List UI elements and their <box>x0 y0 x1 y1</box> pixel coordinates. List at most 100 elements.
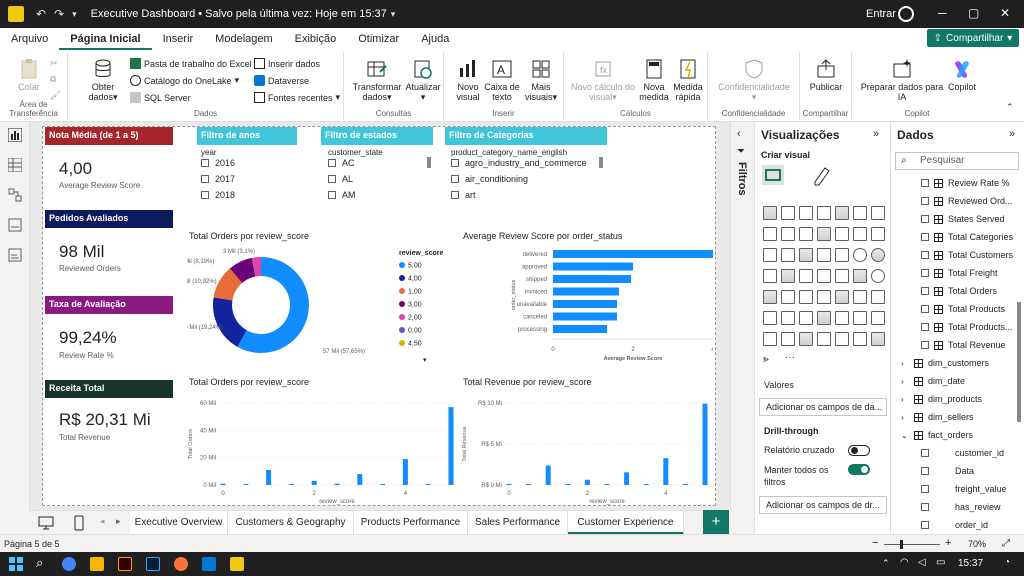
checkbox[interactable] <box>328 191 336 199</box>
checkbox[interactable] <box>201 175 209 183</box>
desktop-layout-icon[interactable] <box>38 516 54 530</box>
qat-dropdown-icon[interactable]: ▾ <box>72 9 77 20</box>
tab-otimizar[interactable]: Otimizar <box>347 28 410 50</box>
visual-type-icon[interactable] <box>871 311 885 325</box>
visual-type-icon[interactable] <box>853 227 867 241</box>
signin-button[interactable]: Entrar <box>866 8 896 20</box>
visual-type-icon[interactable] <box>763 206 777 220</box>
measure-field[interactable]: Total Customers <box>921 250 1013 260</box>
visual-type-icon[interactable] <box>763 332 777 346</box>
slicer-item[interactable]: AL <box>328 174 353 184</box>
slicer-item[interactable]: air_conditioning <box>451 174 528 184</box>
page-prev-icon[interactable]: ◂ <box>100 516 105 527</box>
report-view-icon[interactable] <box>8 128 22 142</box>
volume-icon[interactable]: ◁ <box>918 557 926 568</box>
more-visuals-row-icon[interactable]: ⪢ <box>763 354 769 365</box>
visual-type-icon[interactable] <box>763 248 777 262</box>
page-next-icon[interactable]: ▸ <box>116 516 121 527</box>
visual-type-icon[interactable] <box>835 248 849 262</box>
visual-type-icon[interactable] <box>871 206 885 220</box>
visual-type-icon[interactable] <box>763 290 777 304</box>
checkbox[interactable] <box>451 159 459 167</box>
filters-pane-collapsed[interactable]: ‹ ⏷ Filtros <box>730 122 754 510</box>
visual-type-icon[interactable] <box>853 332 867 346</box>
visual-type-icon[interactable] <box>763 311 777 325</box>
expand-viz-icon[interactable]: » <box>873 128 879 140</box>
visual-type-icon[interactable] <box>835 206 849 220</box>
expand-data-icon[interactable]: » <box>1009 128 1015 140</box>
column-field[interactable]: customer_id <box>921 448 1004 458</box>
clock-time[interactable]: 15:37 <box>958 558 983 569</box>
undo-icon[interactable]: ↶ <box>36 7 46 21</box>
slicer-item[interactable]: agro_industry_and_commerce <box>451 158 587 168</box>
visual-type-icon[interactable] <box>817 269 831 283</box>
slicer-scrollbar[interactable] <box>427 157 431 168</box>
collapse-left-icon[interactable]: ‹ <box>737 128 741 140</box>
column-chart-revenue[interactable]: R$ 0 Mi R$ 5 Mi R$ 10 Mi 0 2 4 review_score Tot… <box>461 389 713 505</box>
visual-type-icon[interactable] <box>817 248 831 262</box>
close-icon[interactable]: ✕ <box>1000 6 1010 20</box>
visual-type-icon[interactable] <box>781 269 795 283</box>
visual-type-icon[interactable] <box>853 206 867 220</box>
checkbox[interactable] <box>451 175 459 183</box>
visual-type-icon[interactable] <box>853 290 867 304</box>
zoom-slider[interactable] <box>884 544 940 545</box>
measure-field[interactable]: Total Freight <box>921 268 998 278</box>
hbar-chart[interactable]: delivered approved shipped invoiced unavaila… <box>461 243 713 369</box>
zoom-out-icon[interactable]: − <box>872 537 878 549</box>
cross-report-toggle[interactable] <box>848 445 870 456</box>
new-visual-calc-button[interactable]: fx Novo cálculo do visual▾ <box>568 58 638 102</box>
visual-type-icon[interactable] <box>871 290 885 304</box>
measure-field[interactable]: Total Revenue <box>921 340 1006 350</box>
visual-type-icon[interactable] <box>781 248 795 262</box>
table-node-expanded[interactable]: ⌄ fact_orders <box>901 430 973 440</box>
visual-type-icon[interactable] <box>799 248 813 262</box>
measure-field[interactable]: Total Categories <box>921 232 1013 242</box>
visual-type-icon[interactable] <box>799 332 813 346</box>
table-node[interactable]: › dim_customers <box>901 358 989 368</box>
checkbox[interactable] <box>201 191 209 199</box>
donut-chart[interactable]: 57 Mil (57,65%) 19 Mil (19,24%) 11 Mil (10… <box>187 243 455 367</box>
notifications-icon[interactable]: ◔ <box>1004 557 1010 568</box>
visual-type-icon[interactable] <box>871 248 885 262</box>
prepare-data-ai-button[interactable]: Preparar dados para IA <box>858 58 946 102</box>
visual-type-icon[interactable] <box>871 227 885 241</box>
search-icon[interactable]: ⌕ <box>36 555 43 571</box>
column-chart-orders[interactable]: 0 Mil 20 Mil 40 Mil 60 Mil 0 2 4 review_score To… <box>187 389 459 505</box>
cut-icon[interactable]: ✂ <box>50 58 58 69</box>
model-view-icon[interactable] <box>8 188 22 202</box>
visual-type-icon[interactable] <box>835 227 849 241</box>
table-view-icon[interactable] <box>8 158 22 172</box>
more-options-icon[interactable]: ··· <box>785 352 795 363</box>
slicer-item[interactable]: 2016 <box>201 158 235 168</box>
tab-arquivo[interactable]: Arquivo <box>0 28 59 50</box>
checkbox[interactable] <box>328 175 336 183</box>
checkbox[interactable] <box>201 159 209 167</box>
measure-field[interactable]: Reviewed Ord... <box>921 196 1013 206</box>
visual-type-icon[interactable] <box>781 227 795 241</box>
quick-measure-button[interactable]: Medida rápida <box>670 58 706 102</box>
visual-type-icon[interactable] <box>799 206 813 220</box>
data-scrollbar[interactable] <box>1017 302 1021 422</box>
visual-type-icon[interactable] <box>799 269 813 283</box>
visual-type-icon[interactable] <box>799 311 813 325</box>
visual-type-icon[interactable] <box>817 206 831 220</box>
measure-field[interactable]: States Served <box>921 214 1005 224</box>
illustrator-icon[interactable] <box>118 557 132 571</box>
get-data-button[interactable]: Obter dados▾ <box>86 58 120 102</box>
build-visual-tab-icon[interactable] <box>761 164 785 186</box>
windows-start-icon[interactable] <box>8 556 24 572</box>
measure-field[interactable]: Total Products <box>921 304 1005 314</box>
visual-type-icon[interactable] <box>817 290 831 304</box>
battery-icon[interactable]: ▭ <box>936 557 945 568</box>
page-tab[interactable]: Sales Performance <box>468 511 568 535</box>
visual-type-icon[interactable] <box>763 269 777 283</box>
slicer-item[interactable]: art <box>451 190 476 200</box>
user-avatar-icon[interactable] <box>898 6 914 22</box>
visual-type-icon[interactable] <box>871 269 885 283</box>
tab-pagina-inicial[interactable]: Página Inicial <box>59 28 152 50</box>
visual-type-icon[interactable] <box>853 269 867 283</box>
dax-query-view-icon[interactable] <box>8 218 22 232</box>
measure-field[interactable]: Review Rate % <box>921 178 1010 188</box>
page-tab[interactable]: Customer Experience <box>568 511 684 535</box>
